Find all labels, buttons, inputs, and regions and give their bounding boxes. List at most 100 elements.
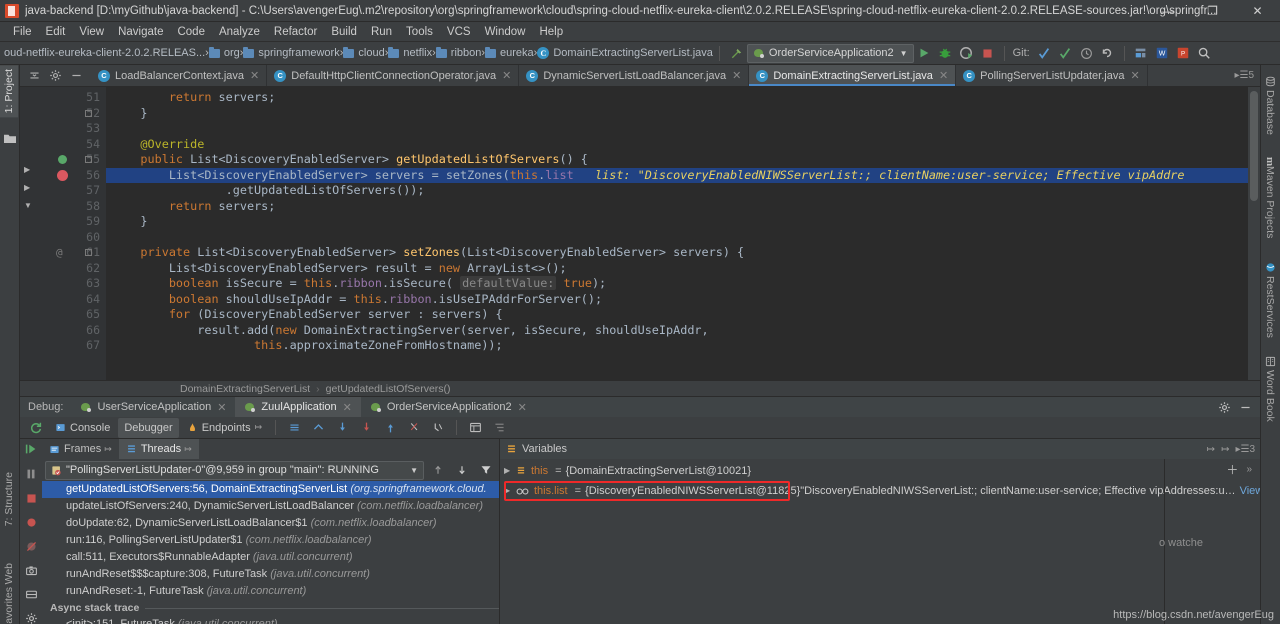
variable-row[interactable]: ▶ this = {DomainExtractingServerList@10021} xyxy=(500,461,1164,481)
scrollbar-thumb[interactable] xyxy=(1250,91,1258,201)
code-line[interactable]: return servers; xyxy=(106,90,1248,106)
fold-marker-icon[interactable] xyxy=(85,249,92,256)
frame-item[interactable]: run:116, PollingServerListUpdater$1 (com… xyxy=(42,532,499,549)
menu-item-tools[interactable]: Tools xyxy=(399,24,440,40)
crumb-5[interactable]: ribbon xyxy=(435,46,481,59)
frame-item[interactable]: doUpdate:62, DynamicServerListLoadBalanc… xyxy=(42,515,499,532)
sidebar-item-favorites[interactable]: 2: Favorites xyxy=(0,583,18,624)
code-line[interactable]: result.add(new DomainExtractingServer(se… xyxy=(106,323,1248,339)
thread-selector[interactable]: "PollingServerListUpdater-0"@9,959 in gr… xyxy=(45,460,424,480)
settings-filter-icon[interactable] xyxy=(488,418,510,438)
step-over-icon[interactable] xyxy=(331,418,353,438)
fold-marker-icon[interactable] xyxy=(85,156,92,163)
expand-triangle-icon[interactable]: ▶ xyxy=(504,481,516,501)
crumb-1[interactable]: org xyxy=(208,46,240,59)
git-update-icon[interactable] xyxy=(1035,44,1054,63)
hide-panel-icon[interactable] xyxy=(67,66,86,85)
build-hammer-icon[interactable] xyxy=(727,44,746,63)
code-line[interactable]: return servers; xyxy=(106,199,1248,215)
mute-breakpoints-icon[interactable] xyxy=(25,540,38,556)
menu-item-edit[interactable]: Edit xyxy=(39,24,73,40)
close-tab-icon[interactable]: ✕ xyxy=(250,69,259,82)
menu-item-build[interactable]: Build xyxy=(324,24,364,40)
gear-icon[interactable] xyxy=(46,66,65,85)
frame-item[interactable]: runAndReset:-1, FutureTask (java.util.co… xyxy=(42,583,499,600)
git-history-icon[interactable] xyxy=(1077,44,1096,63)
close-tab-icon[interactable]: ✕ xyxy=(939,69,948,82)
pdf-doc-icon[interactable]: P xyxy=(1174,44,1193,63)
drop-frame-icon[interactable] xyxy=(427,418,449,438)
code-line[interactable]: List<DiscoveryEnabledServer> servers = s… xyxy=(106,167,1248,183)
crumb-4[interactable]: netflix xyxy=(388,46,432,59)
pause-icon[interactable] xyxy=(24,467,38,484)
close-tab-icon[interactable]: ✕ xyxy=(732,69,741,82)
code-line[interactable]: this.approximateZoneFromHostname)); xyxy=(106,338,1248,354)
debug-session-tab-2[interactable]: OrderServiceApplication2 ✕ xyxy=(361,397,536,417)
breadcrumb-method[interactable]: getUpdatedListOfServers() xyxy=(326,383,451,395)
step-out-icon[interactable] xyxy=(379,418,401,438)
code-line[interactable] xyxy=(106,230,1248,246)
hide-debug-panel-icon[interactable] xyxy=(1236,398,1255,417)
menu-item-window[interactable]: Window xyxy=(478,24,533,40)
sidebar-item-maven[interactable]: m Maven Projects xyxy=(1261,153,1279,243)
code-content[interactable]: return servers; } @Override public List<… xyxy=(106,87,1248,380)
frame-item[interactable]: updateListOfServers:240, DynamicServerLi… xyxy=(42,498,499,515)
code-line[interactable]: } xyxy=(106,106,1248,122)
crumb-0[interactable]: oud-netflix-eureka-client-2.0.2.RELEAS..… xyxy=(4,47,205,59)
variables-tree[interactable]: ▶ this = {DomainExtractingServerList@10021}… xyxy=(500,459,1263,624)
menu-item-file[interactable]: File xyxy=(6,24,39,40)
menu-item-help[interactable]: Help xyxy=(532,24,570,40)
resume-icon[interactable] xyxy=(24,442,38,459)
sidebar-item-wordbook[interactable]: Word Book xyxy=(1261,349,1279,426)
frame-item[interactable]: call:511, Executors$RunnableAdapter (jav… xyxy=(42,549,499,566)
crumb-7[interactable]: C DomainExtractingServerList.java xyxy=(537,47,713,59)
sidebar-item-project[interactable]: 1: Project xyxy=(0,65,18,118)
menu-item-view[interactable]: View xyxy=(72,24,111,40)
method-override-marker-icon[interactable] xyxy=(58,155,67,164)
frame-item[interactable]: getUpdatedListOfServers:56, DomainExtrac… xyxy=(42,481,499,498)
debug-button[interactable] xyxy=(936,44,955,63)
code-line[interactable]: boolean shouldUseIpAddr = this.ribbon.is… xyxy=(106,292,1248,308)
show-execution-point-icon[interactable] xyxy=(307,418,329,438)
run-with-coverage-button[interactable] xyxy=(957,44,976,63)
evaluate-expression-icon[interactable] xyxy=(464,418,486,438)
collapse-arrow-icon[interactable]: ▼ xyxy=(24,201,32,210)
tab-endpoints[interactable]: Endpoints ↦ xyxy=(181,418,268,438)
settings-arrow-icon-2[interactable]: ↦ xyxy=(1221,444,1229,455)
stop-session-icon[interactable] xyxy=(25,492,38,508)
editor-tab-1[interactable]: C DefaultHttpClientConnectionOperator.jav… xyxy=(267,65,520,86)
view-breakpoints-icon[interactable] xyxy=(283,418,305,438)
frames-list[interactable]: getUpdatedListOfServers:56, DomainExtrac… xyxy=(42,481,499,624)
tab-frames[interactable]: Frames ↦ xyxy=(42,439,119,459)
step-into-icon[interactable] xyxy=(355,418,377,438)
tab-threads[interactable]: Threads ↦ xyxy=(118,439,199,459)
frame-item[interactable]: runAndReset$$$capture:308, FutureTask (j… xyxy=(42,566,499,583)
variables-menu-icon[interactable]: ▸☰3 xyxy=(1235,444,1255,455)
close-icon[interactable]: ✕ xyxy=(1235,0,1280,22)
crumb-6[interactable]: eureka xyxy=(485,46,534,59)
expand-arrow-icon-2[interactable]: ▶ xyxy=(24,183,30,192)
move-down-icon[interactable] xyxy=(452,461,471,480)
menu-item-run[interactable]: Run xyxy=(364,24,399,40)
settings-icon[interactable] xyxy=(25,612,38,624)
editor-tab-3[interactable]: C DomainExtractingServerList.java ✕ xyxy=(749,65,957,86)
search-icon[interactable] xyxy=(1195,44,1214,63)
word-doc-icon[interactable]: W xyxy=(1153,44,1172,63)
menu-item-analyze[interactable]: Analyze xyxy=(212,24,267,40)
sidebar-item-structure[interactable]: 7: Structure xyxy=(0,468,18,530)
close-session-icon[interactable]: ✕ xyxy=(518,401,527,414)
breakpoint-icon[interactable] xyxy=(25,516,38,532)
menu-item-code[interactable]: Code xyxy=(170,24,212,40)
menu-item-refactor[interactable]: Refactor xyxy=(267,24,324,40)
expand-arrow-icon-1[interactable]: ▶ xyxy=(24,165,30,174)
run-configuration-selector[interactable]: OrderServiceApplication2 ▼ xyxy=(746,43,914,63)
breakpoint-icon[interactable] xyxy=(57,169,68,181)
editor-tab-right-actions[interactable]: ▸☰5 xyxy=(1228,65,1260,86)
editor-tab-4[interactable]: C PollingServerListUpdater.java ✕ xyxy=(956,65,1148,86)
expand-triangle-icon[interactable]: ▶ xyxy=(504,461,516,481)
editor-scrollbar[interactable] xyxy=(1248,87,1260,380)
frame-item[interactable]: <init>:151, FutureTask (java.util.concur… xyxy=(42,616,499,624)
crumb-2[interactable]: springframework xyxy=(243,46,340,59)
code-line[interactable]: public List<DiscoveryEnabledServer> getU… xyxy=(106,152,1248,168)
fold-marker-icon[interactable] xyxy=(85,109,92,117)
